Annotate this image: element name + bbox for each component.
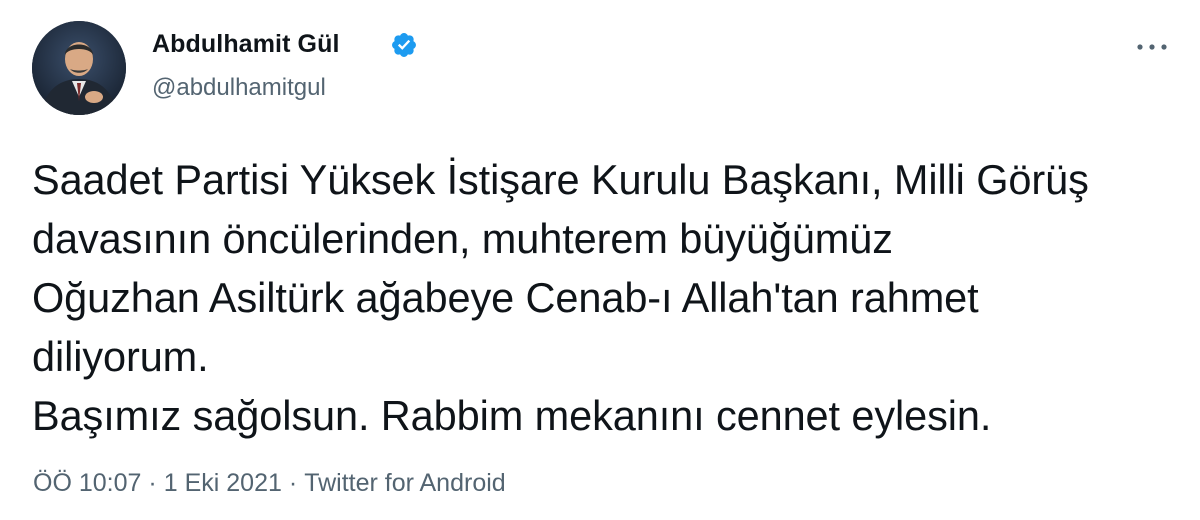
author-handle[interactable]: @abdulhamitgul [152, 74, 326, 102]
avatar[interactable] [32, 21, 126, 115]
tweet-source-link[interactable]: Twitter for Android [304, 469, 505, 497]
more-options-icon [1137, 44, 1167, 50]
author-name[interactable]: Abdulhamit Gül [152, 30, 340, 59]
tweet-text-line: davasının öncülerinden, muhterem büyüğüm… [32, 215, 893, 262]
tweet-card: Abdulhamit Gül @abdulhamitgul Saadet Par… [0, 0, 1200, 520]
tweet-text: Saadet Partisi Yüksek İstişare Kurulu Ba… [32, 150, 1182, 445]
tweet-text-line: diliyorum. [32, 333, 209, 380]
more-options-button[interactable] [1132, 33, 1172, 61]
meta-separator: · [288, 469, 298, 497]
tweet-text-line: Başımız sağolsun. Rabbim mekanını cennet… [32, 392, 992, 439]
tweet-date-link[interactable]: 1 Eki 2021 [164, 469, 282, 497]
meta-separator: · [148, 469, 157, 497]
tweet-metadata: ÖÖ 10:07 · 1 Eki 2021 · Twitter for Android [33, 469, 506, 498]
tweet-text-line: Oğuzhan Asiltürk ağabeye Cenab-ı Allah't… [32, 274, 979, 321]
verified-badge-icon [390, 31, 418, 59]
tweet-time-link[interactable]: ÖÖ 10:07 [33, 469, 141, 497]
tweet-text-line: Saadet Partisi Yüksek İstişare Kurulu Ba… [32, 156, 1089, 203]
